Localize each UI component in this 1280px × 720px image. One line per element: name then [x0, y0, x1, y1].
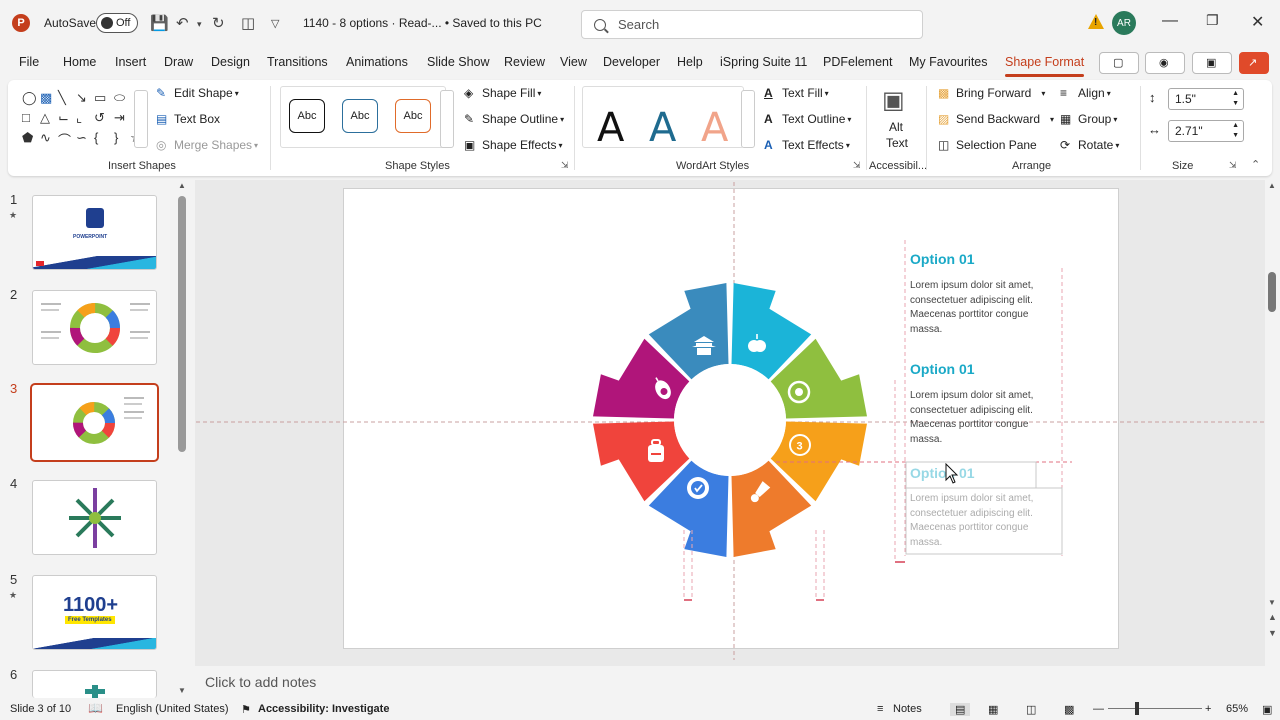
- badge-icon: [687, 477, 709, 499]
- fit-to-window-icon[interactable]: ▣: [1262, 703, 1272, 716]
- slide-sorter-icon[interactable]: ▦: [988, 703, 998, 716]
- gear-diagram: 3: [196, 182, 1265, 660]
- gear-hub: [674, 364, 786, 476]
- zoom-slider-thumb[interactable]: [1135, 702, 1139, 715]
- notes-placeholder[interactable]: Click to add notes: [205, 674, 316, 690]
- slideshow-icon[interactable]: ▩: [1064, 703, 1074, 716]
- zoom-slider[interactable]: [1108, 708, 1202, 709]
- normal-view-icon[interactable]: ▤: [950, 703, 971, 716]
- mouse-pointer-icon: [945, 463, 959, 484]
- slide-scrollbar[interactable]: [1268, 272, 1276, 312]
- scroll-up-icon[interactable]: ▲: [1268, 181, 1276, 190]
- option-title-2[interactable]: Option 01: [910, 361, 975, 377]
- notes-pane[interactable]: Click to add notes: [195, 666, 1265, 698]
- slide-counter: Slide 3 of 10: [10, 703, 72, 715]
- accessibility-icon: ⚑: [241, 704, 251, 716]
- zoom-level[interactable]: 65%: [1226, 703, 1248, 715]
- svg-text:3: 3: [797, 441, 803, 453]
- zoom-out-icon[interactable]: —: [1093, 703, 1104, 715]
- option-title-3[interactable]: Option 01: [910, 465, 975, 481]
- scroll-down-icon[interactable]: ▼: [1268, 598, 1276, 607]
- accessibility-status[interactable]: Accessibility: Investigate: [258, 703, 389, 715]
- notes-icon: ≡: [877, 703, 884, 715]
- notes-button[interactable]: Notes: [893, 703, 922, 715]
- option-body-2[interactable]: Lorem ipsum dolor sit amet, consectetuer…: [910, 389, 1060, 447]
- previous-slide-icon[interactable]: ▲: [1268, 612, 1277, 622]
- zoom-in-icon[interactable]: +: [1205, 703, 1211, 715]
- spelling-icon[interactable]: 📖: [88, 701, 103, 715]
- option-body-3[interactable]: Lorem ipsum dolor sit amet, consectetuer…: [910, 492, 1060, 550]
- option-body-1[interactable]: Lorem ipsum dolor sit amet, consectetuer…: [910, 279, 1060, 337]
- status-bar: Slide 3 of 10 📖 English (United States) …: [0, 698, 1280, 720]
- language-indicator[interactable]: English (United States): [116, 703, 229, 715]
- reading-view-icon[interactable]: ◫: [1026, 703, 1036, 716]
- option-title-1[interactable]: Option 01: [910, 251, 975, 267]
- next-slide-icon[interactable]: ▼: [1268, 628, 1277, 638]
